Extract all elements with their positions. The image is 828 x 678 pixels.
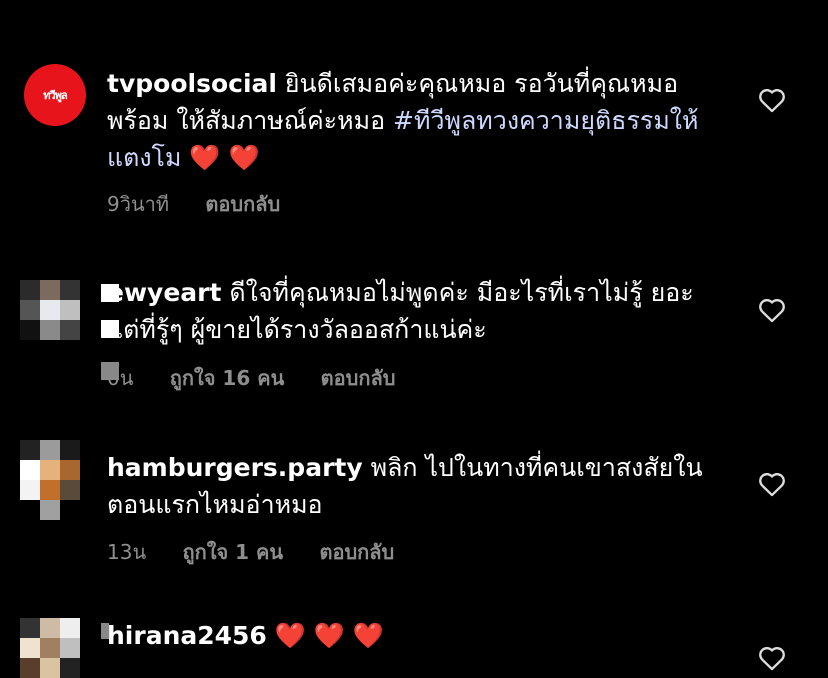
- comment-emoji: ❤️ ❤️ ❤️: [266, 621, 385, 650]
- comment-body: tvpoolsocial ยินดีเสมอค่ะคุณหมอ รอวันที่…: [107, 65, 717, 176]
- heart-outline-icon[interactable]: [758, 87, 786, 113]
- like-count[interactable]: ถูกใจ 1 คน: [182, 540, 283, 564]
- comment-meta: 0น ถูกใจ 16 คน ตอบกลับ: [107, 362, 425, 394]
- censor-block: [101, 623, 109, 639]
- comment-time: 13น: [107, 540, 147, 564]
- avatar-logo-text: ทวีพูล: [43, 89, 67, 102]
- reply-button[interactable]: ตอบกลับ: [319, 540, 394, 564]
- comment-username[interactable]: hirana2456: [107, 621, 267, 650]
- comment-time: 9วินาที: [107, 192, 170, 216]
- reply-button[interactable]: ตอบกลับ: [321, 366, 396, 390]
- censor-block: [101, 362, 119, 380]
- heart-outline-icon[interactable]: [758, 471, 786, 497]
- comment-username[interactable]: hamburgers.party: [107, 453, 363, 482]
- avatar[interactable]: ทวีพูล: [24, 64, 86, 126]
- heart-outline-icon[interactable]: [758, 297, 786, 323]
- avatar[interactable]: [20, 440, 80, 500]
- comment-body: hirana2456 ❤️ ❤️ ❤️: [107, 617, 717, 654]
- heart-outline-icon[interactable]: [758, 645, 786, 671]
- censor-block: [101, 320, 119, 338]
- comment-meta: 13น ถูกใจ 1 คน ตอบกลับ: [107, 536, 424, 568]
- comment-meta: 9วินาที ตอบกลับ: [107, 188, 310, 220]
- avatar[interactable]: [20, 618, 80, 678]
- comment-username[interactable]: tvpoolsocial: [107, 69, 277, 98]
- comment-username[interactable]: ewyeart: [107, 278, 221, 307]
- avatar-fragment: [20, 500, 80, 520]
- avatar[interactable]: [20, 280, 80, 340]
- comment-emoji: ❤️ ❤️: [181, 143, 260, 172]
- like-count[interactable]: ถูกใจ 16 คน: [170, 366, 285, 390]
- censor-block: [101, 284, 119, 302]
- comment-body: hamburgers.party พลิก ไปในทางที่คนเขาสงส…: [107, 449, 717, 523]
- reply-button[interactable]: ตอบกลับ: [205, 192, 280, 216]
- comment-body: ewyeart ดีใจที่คุณหมอไม่พูดค่ะ มีอะไรที่…: [107, 274, 717, 348]
